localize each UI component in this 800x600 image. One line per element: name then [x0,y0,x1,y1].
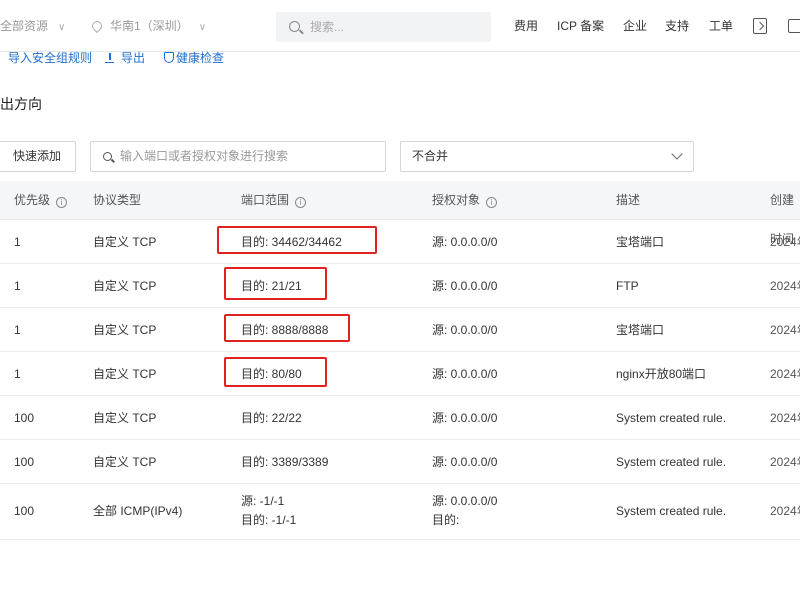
cell-created-time: 2024年 [770,504,800,518]
header-priority-label: 优先级 [14,193,51,207]
highlight-box [224,267,327,300]
table-row: 1 自定义 TCP 目的: 21/21 源: 0.0.0.0/0 FTP 202… [0,264,800,308]
cell-authorization-destination: 目的: [432,513,460,527]
rule-search-placeholder: 输入端口或者授权对象进行搜索 [120,149,289,163]
chevron-down-icon [671,148,683,160]
table-row: 100 全部 ICMP(IPv4) 源: -1/-1 目的: -1/-1 源: … [0,484,800,540]
region-label: 华南1（深圳） [110,19,189,33]
rule-actions-bar: 导入安全组规则 导出 健康检查 [0,50,800,68]
cell-protocol: 自定义 TCP [93,455,157,469]
cell-port-range: 目的: 22/22 [241,411,302,425]
info-icon[interactable]: i [486,197,498,208]
cell-authorization: 源: 0.0.0.0/0 [432,411,498,425]
import-rules-link[interactable]: 导入安全组规则 [8,50,92,66]
cell-created-time: 2024年 [770,279,800,293]
shield-check-icon [164,52,174,63]
cell-description: System created rule. [616,455,727,469]
table-row: 100 自定义 TCP 目的: 3389/3389 源: 0.0.0.0/0 S… [0,440,800,484]
export-label: 导出 [121,51,146,65]
export-link[interactable]: 导出 [105,50,145,66]
cell-priority: 100 [14,455,35,469]
info-icon[interactable]: i [56,197,68,208]
cell-description: System created rule. [616,411,727,425]
table-row: 1 自定义 TCP 目的: 8888/8888 源: 0.0.0.0/0 宝塔端… [0,308,800,352]
highlight-box [217,226,377,254]
nav-tickets[interactable]: 工单 [709,0,733,52]
cell-authorization: 源: 0.0.0.0/0 [432,323,498,337]
cell-description: System created rule. [616,504,727,518]
resource-group-label: 全部资源 [0,19,49,33]
nav-icp-filing[interactable]: ICP 备案 [557,0,604,52]
cell-priority: 1 [14,279,21,293]
header-protocol: 协议类型 [93,193,142,207]
merge-select[interactable]: 不合并 [400,141,694,172]
resource-group-selector[interactable]: 全部资源 ∨ [0,0,65,52]
nav-enterprise[interactable]: 企业 [623,0,647,52]
cell-created-time: 2024年 [770,411,800,425]
health-check-link[interactable]: 健康检查 [164,50,224,66]
table-header: 优先级 i 协议类型 端口范围 i 授权对象 i 描述 创建时间 [0,181,800,246]
cell-created-time: 2024年 [770,323,800,337]
header-port-range: 端口范围 i [241,181,307,220]
section-title: 出方向 [0,96,42,112]
cell-description: nginx开放80端口 [616,367,707,381]
table-row: 1 自定义 TCP 目的: 34462/34462 源: 0.0.0.0/0 宝… [0,220,800,264]
cell-priority: 1 [14,367,21,381]
header-priority: 优先级 i [14,181,68,220]
cell-authorization: 源: 0.0.0.0/0 [432,455,498,469]
top-navigation-bar: 全部资源 ∨ 华南1（深圳） ∨ 搜索... 费用 ICP 备案 企业 支持 工单 [0,0,800,52]
cell-port-range-destination: 目的: -1/-1 [241,513,297,527]
cell-priority: 1 [14,235,21,249]
cell-protocol: 自定义 TCP [93,279,157,293]
chevron-down-icon: ∨ [198,22,207,33]
header-description: 描述 [616,193,641,207]
cell-protocol: 全部 ICMP(IPv4) [93,504,183,518]
health-check-label: 健康检查 [176,51,225,65]
cell-description: 宝塔端口 [616,323,665,337]
highlight-box [224,357,327,387]
cell-port-range: 目的: 3389/3389 [241,455,329,469]
cell-created-time: 2024年 [770,367,800,381]
search-placeholder: 搜索... [310,20,345,34]
message-icon[interactable] [788,19,800,33]
global-search-input[interactable]: 搜索... [276,12,491,42]
cell-protocol: 自定义 TCP [93,411,157,425]
info-icon[interactable]: i [295,197,307,208]
cell-created-time: 2024年 [770,455,800,469]
location-pin-icon [89,18,105,34]
header-authorization: 授权对象 i [432,181,498,220]
region-selector[interactable]: 华南1（深圳） ∨ [89,0,207,52]
quick-add-button[interactable]: 快速添加 [0,141,76,172]
share-icon[interactable] [753,18,767,34]
cell-description: 宝塔端口 [616,235,665,249]
cell-protocol: 自定义 TCP [93,235,157,249]
cell-priority: 1 [14,323,21,337]
cell-authorization: 源: 0.0.0.0/0 [432,279,498,293]
cell-priority: 100 [14,504,35,518]
cell-protocol: 自定义 TCP [93,367,157,381]
table-row: 1 自定义 TCP 目的: 80/80 源: 0.0.0.0/0 nginx开放… [0,352,800,396]
nav-billing[interactable]: 费用 [514,0,538,52]
download-icon [105,53,114,63]
cell-created-time: 2024年 [770,235,800,249]
header-port-range-label: 端口范围 [241,193,290,207]
merge-select-value: 不合并 [412,149,449,163]
table-row: 100 自定义 TCP 目的: 22/22 源: 0.0.0.0/0 Syste… [0,396,800,440]
cell-port-range-source: 源: -1/-1 [241,494,285,508]
cell-protocol: 自定义 TCP [93,323,157,337]
chevron-down-icon: ∨ [58,22,66,33]
cell-description: FTP [616,279,639,293]
nav-support[interactable]: 支持 [665,0,689,52]
highlight-box [224,314,350,342]
rule-search-input[interactable]: 输入端口或者授权对象进行搜索 [90,141,386,172]
search-icon [289,21,300,32]
cell-authorization: 源: 0.0.0.0/0 [432,235,498,249]
cell-authorization-source: 源: 0.0.0.0/0 [432,494,498,508]
header-authorization-label: 授权对象 [432,193,481,207]
cell-priority: 100 [14,411,35,425]
search-icon [103,152,112,161]
cell-authorization: 源: 0.0.0.0/0 [432,367,498,381]
